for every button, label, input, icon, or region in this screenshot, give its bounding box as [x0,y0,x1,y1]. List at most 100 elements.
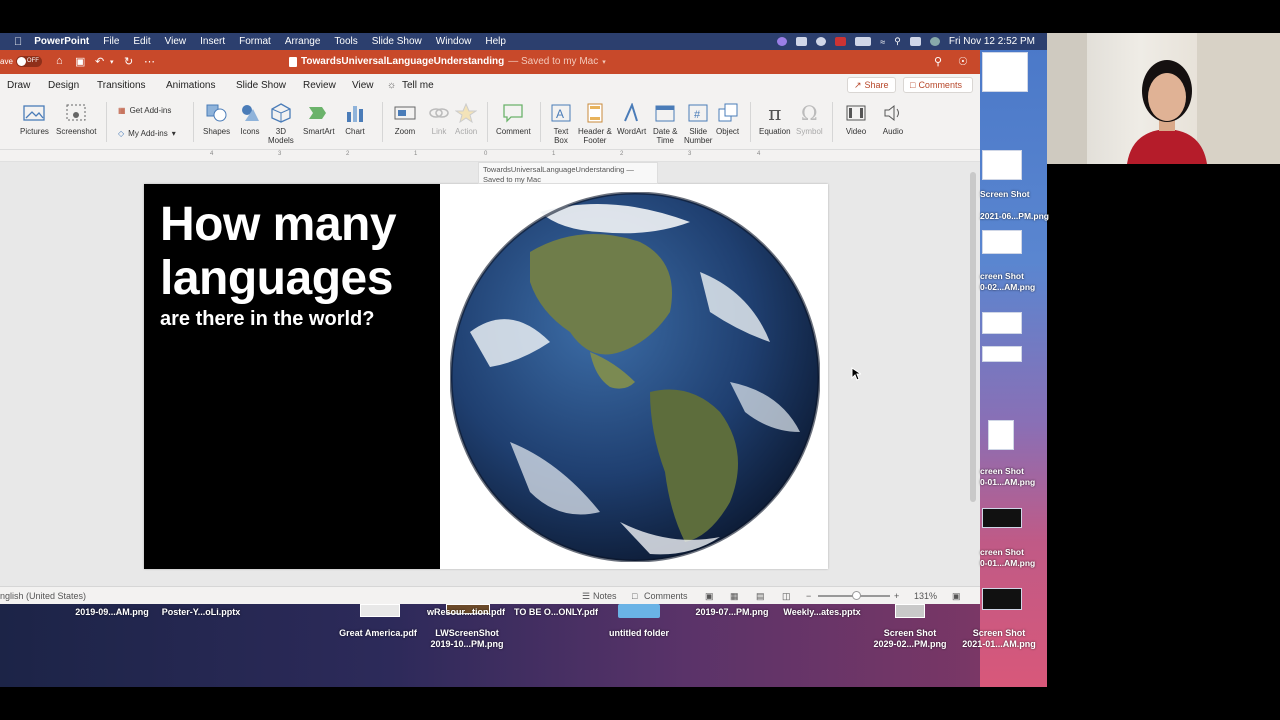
desktop-file[interactable]: LWScreenShot 2019-10...PM.png [421,628,513,650]
text-box-button[interactable]: A Text Box [550,102,572,145]
reading-view-icon[interactable]: ▤ [756,591,765,602]
my-addins-button[interactable]: ◇ My Add-ins ▾ [118,129,176,138]
video-button[interactable]: Video [845,102,867,136]
search-icon[interactable]: ⚲ [934,55,942,68]
slide-subtitle[interactable]: are there in the world? [160,308,374,331]
tab-design[interactable]: Design [48,80,79,91]
control-center-icon[interactable] [909,37,921,46]
menu-arrange[interactable]: Arrange [285,36,321,47]
more-icon[interactable]: ⋯ [144,55,155,68]
desktop-file[interactable]: 2019-07...PM.png [686,607,778,618]
desktop-file-thumbnail[interactable] [982,150,1022,180]
zoom-button[interactable]: Zoom [394,102,416,136]
zoom-slider-handle[interactable] [852,591,861,600]
siri-icon[interactable] [929,37,940,46]
comments-button[interactable]: Comments [644,591,688,601]
screenshot-button[interactable]: Screenshot [56,102,96,136]
action-button[interactable]: Action [455,102,477,136]
3d-models-button[interactable]: 3D Models [268,102,294,145]
folder-icon[interactable] [618,604,660,618]
desktop-file-name[interactable]: creen Shot [980,271,1024,281]
flag-icon[interactable] [835,37,847,46]
menu-view[interactable]: View [165,36,187,47]
icons-button[interactable]: Icons [239,102,261,136]
desktop-file-thumbnail[interactable] [988,420,1014,450]
share-button[interactable]: ↗ Share [847,77,896,93]
notes-button[interactable]: Notes [593,591,617,601]
slide[interactable]: How many languages are there in the worl… [144,184,828,569]
menu-app-name[interactable]: PowerPoint [34,36,89,47]
desktop-file-name[interactable]: creen Shot [980,547,1024,557]
save-icon[interactable]: ▣ [75,55,85,68]
desktop-file-thumbnail[interactable] [982,588,1022,610]
desktop-file[interactable]: Poster-Y...oLi.pptx [155,607,247,618]
menu-edit[interactable]: Edit [133,36,150,47]
desktop-file-thumbnail[interactable] [982,312,1022,334]
smartart-button[interactable]: SmartArt [303,102,335,136]
desktop-file-thumbnail[interactable] [982,346,1022,362]
menubar-clock[interactable]: Fri Nov 12 2:52 PM [949,36,1035,47]
home-icon[interactable]: ⌂ [56,55,63,67]
teams-icon[interactable] [777,37,788,46]
pictures-button[interactable]: Pictures [20,102,49,136]
earth-image[interactable] [450,192,820,562]
desktop-file-name[interactable]: 0-02...AM.png [980,282,1035,292]
undo-dropdown-icon[interactable]: ▾ [110,58,114,66]
get-addins-button[interactable]: ▦ Get Add-ins [118,106,171,115]
slide-show-icon[interactable]: ◫ [782,591,791,602]
menu-format[interactable]: Format [239,36,271,47]
chart-button[interactable]: Chart [344,102,366,136]
object-button[interactable]: Object [716,102,739,136]
desktop-file-name[interactable]: 2021-06...PM.png [980,211,1049,221]
desktop-file-thumbnail[interactable] [982,230,1022,254]
zoom-in-icon[interactable]: + [894,591,899,601]
menu-slide-show[interactable]: Slide Show [372,36,422,47]
menu-window[interactable]: Window [436,36,472,47]
desktop-file-name[interactable]: 0-01...AM.png [980,477,1035,487]
slide-title[interactable]: How many languages [160,198,397,306]
slide-title-panel[interactable]: How many languages are there in the worl… [144,184,440,569]
desktop-file[interactable]: 2019-09...AM.png [66,607,158,618]
tab-draw[interactable]: Draw [7,80,30,91]
audio-button[interactable]: Audio [882,102,904,136]
slide-number-button[interactable]: # Slide Number [684,102,712,145]
autosave-toggle[interactable]: OFF [15,56,42,67]
desktop-file-name[interactable]: 0-01...AM.png [980,558,1035,568]
link-button[interactable]: Link [428,102,450,136]
desktop-file[interactable]: Weekly...ates.pptx [776,607,868,618]
menu-help[interactable]: Help [485,36,506,47]
redo-icon[interactable]: ↻ [124,55,133,68]
document-dropdown-icon[interactable]: ▾ [602,58,606,66]
apple-icon[interactable]:  [14,36,22,48]
tell-me[interactable]: Tell me [402,80,434,91]
menu-insert[interactable]: Insert [200,36,225,47]
search-icon[interactable]: ⚲ [894,36,901,47]
undo-icon[interactable]: ↶ [95,55,104,68]
wifi-icon[interactable]: ≈ [880,37,885,47]
slide-canvas[interactable]: How many languages are there in the worl… [0,162,980,586]
desktop-file[interactable]: wResour...tion.pdf [420,607,512,618]
desktop-file-thumbnail[interactable] [982,52,1028,92]
slide-sorter-icon[interactable]: ▦ [730,591,739,602]
normal-view-icon[interactable]: ▣ [705,591,714,602]
zoom-out-icon[interactable]: − [806,591,811,601]
date-time-button[interactable]: Date & Time [653,102,677,145]
fit-to-window-icon[interactable]: ▣ [952,591,961,602]
desktop-file[interactable]: Great America.pdf [332,628,424,639]
equation-button[interactable]: π Equation [759,102,791,137]
comments-button[interactable]: □ Comments [903,77,973,93]
menu-file[interactable]: File [103,36,119,47]
symbol-button[interactable]: Ω Symbol [796,102,823,137]
desktop-file-thumbnail[interactable] [895,604,925,618]
desktop-file-thumbnail[interactable] [982,508,1022,528]
desktop-file-name[interactable]: creen Shot [980,466,1024,476]
desktop-file-thumbnail[interactable] [360,604,400,617]
tab-view[interactable]: View [352,80,374,91]
desktop-file[interactable]: TO BE O...ONLY.pdf [510,607,602,618]
tab-review[interactable]: Review [303,80,336,91]
desktop-file-name[interactable]: Screen Shot [980,189,1030,199]
vertical-scrollbar[interactable] [970,172,976,502]
menu-tools[interactable]: Tools [334,36,357,47]
comment-button[interactable]: Comment [496,102,531,136]
tab-slide-show[interactable]: Slide Show [236,80,286,91]
